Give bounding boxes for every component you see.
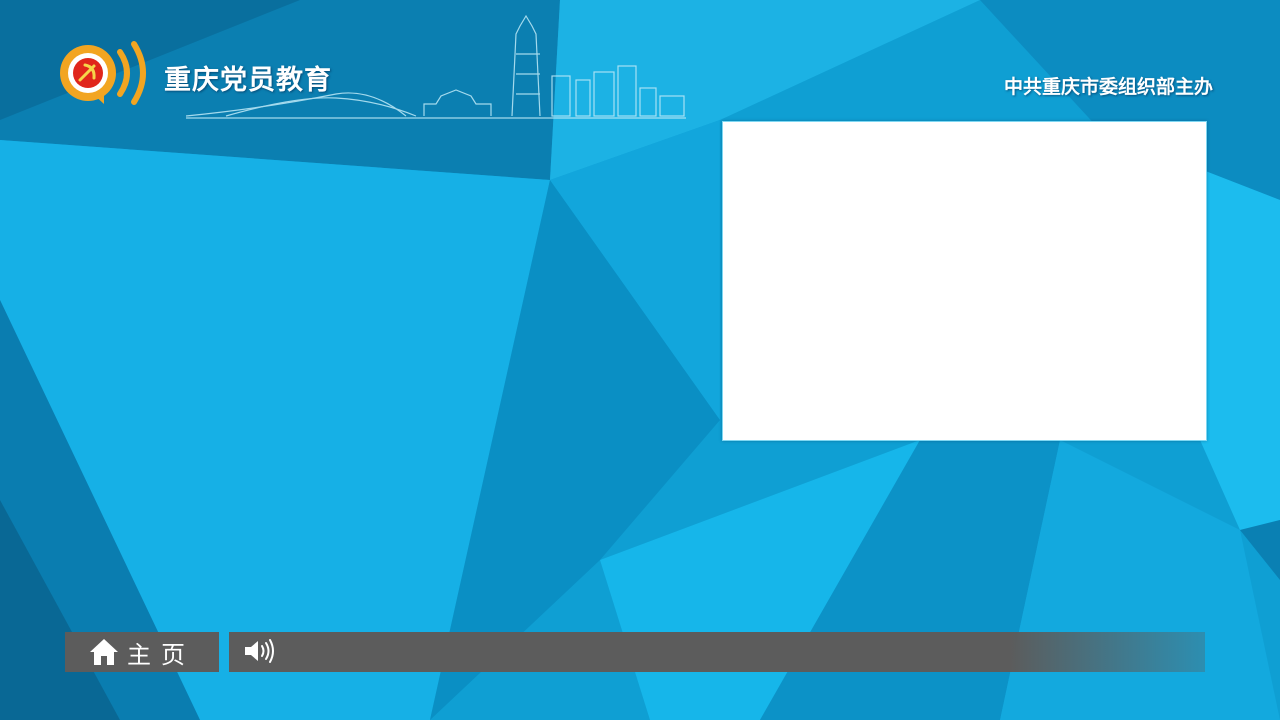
tv-screen: 重庆党员教育 中共重庆市委组织部主办 主页 [0, 0, 1280, 720]
home-icon [90, 639, 118, 665]
speaker-icon [245, 639, 274, 663]
chongqing-skyline-graphic [186, 14, 686, 119]
party-emblem-broadcast-icon [60, 41, 146, 105]
home-label: 主页 [127, 640, 195, 669]
announcement-ticker [229, 632, 1205, 672]
organizer-label: 中共重庆市委组织部主办 [1003, 76, 1213, 98]
video-player-window[interactable] [722, 121, 1207, 441]
home-button[interactable]: 主页 [65, 632, 219, 672]
